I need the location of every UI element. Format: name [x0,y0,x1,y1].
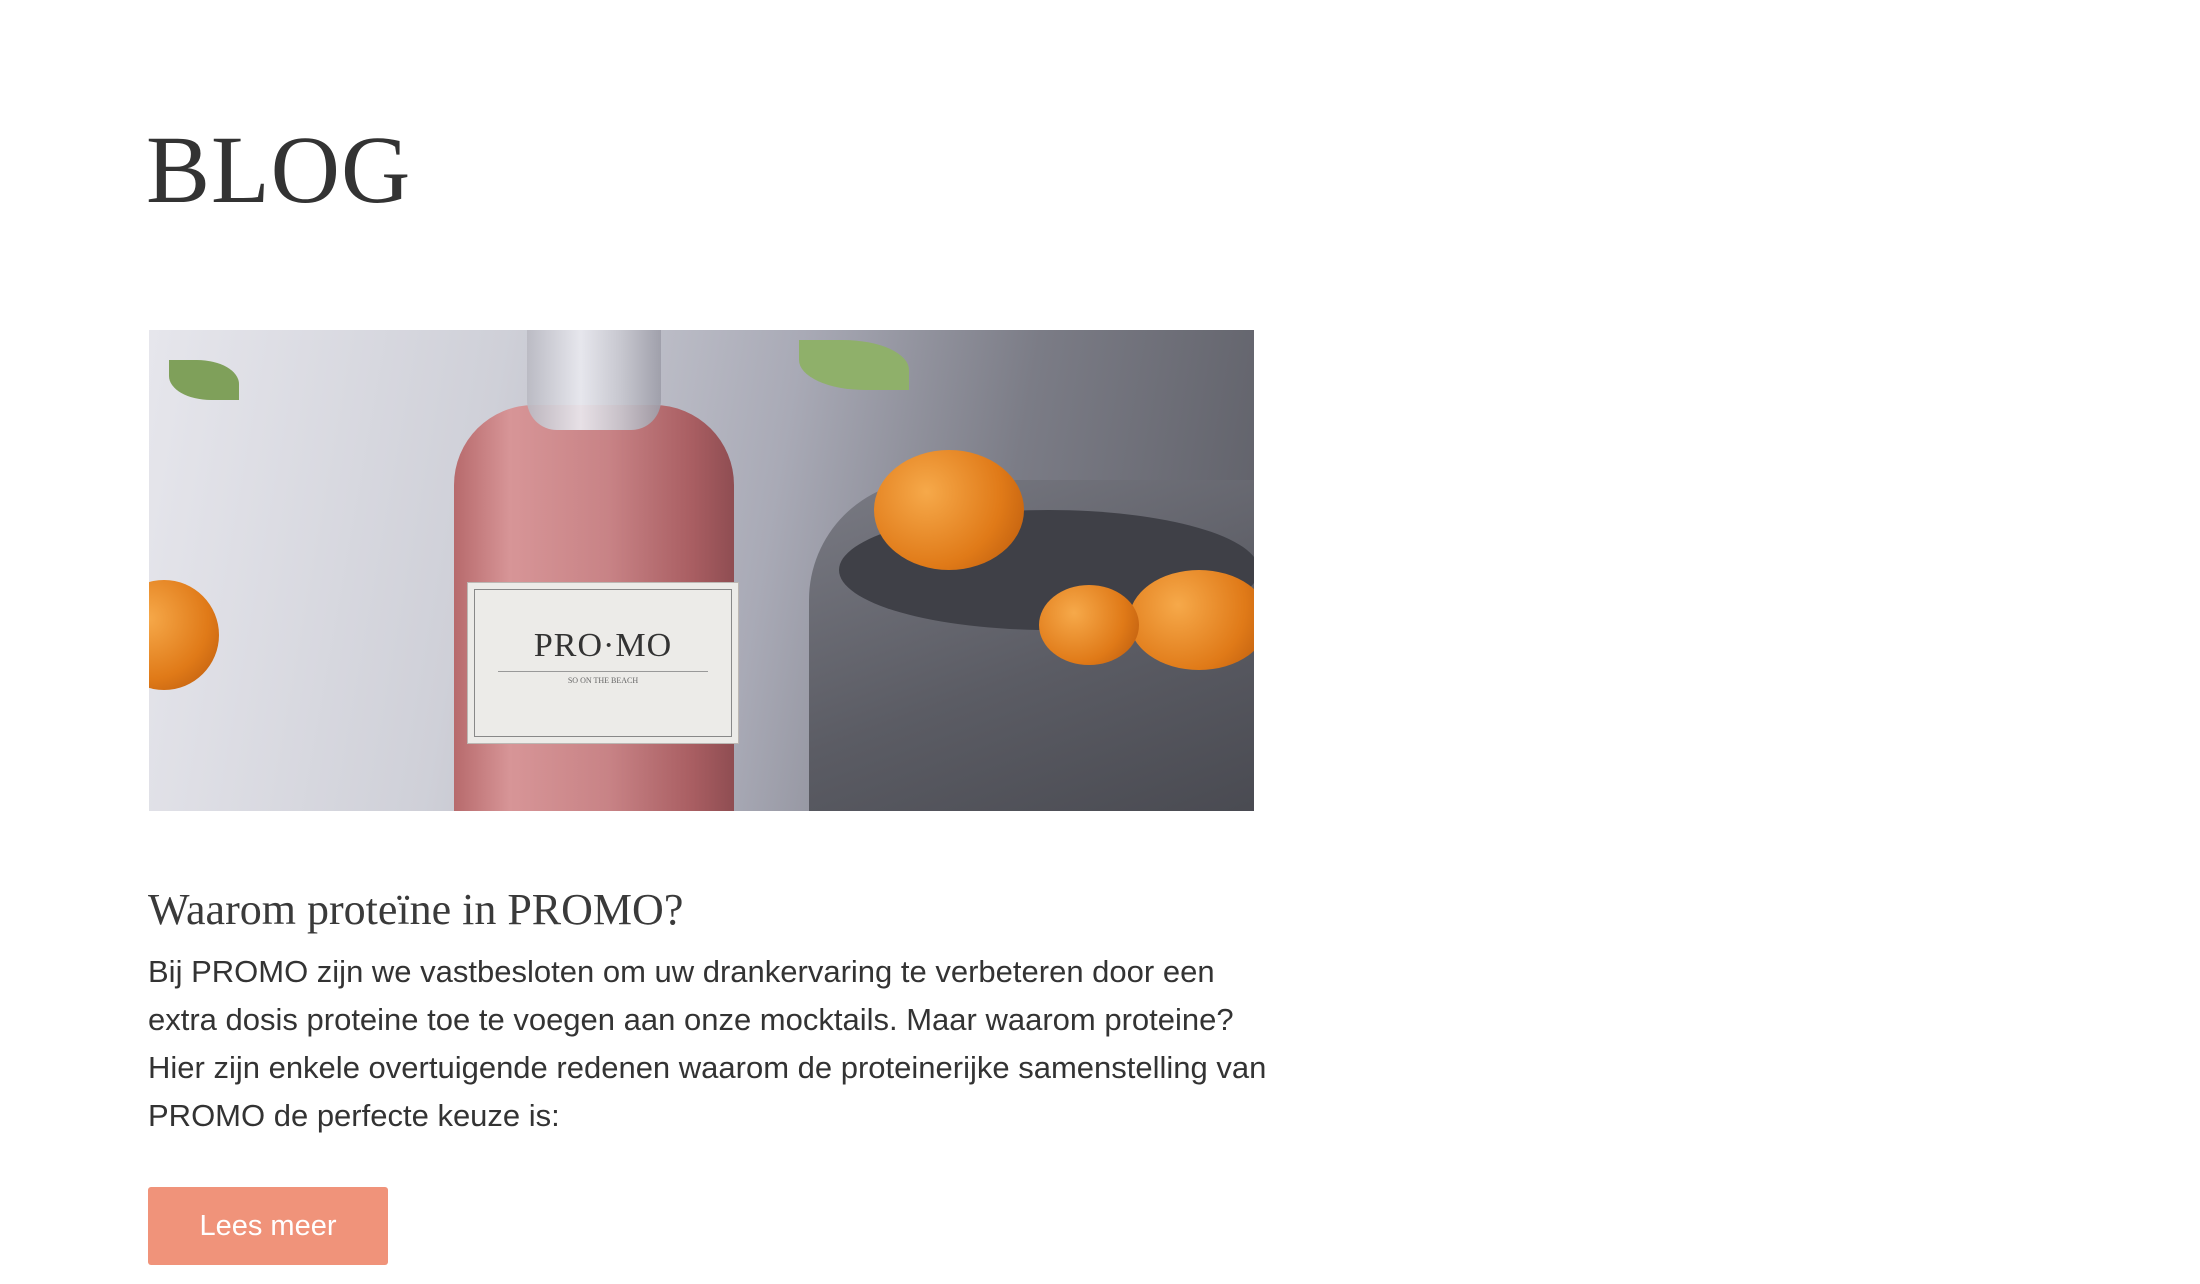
page-title: BLOG [146,116,412,223]
bottle-neck [527,330,661,430]
label-subtitle: SO ON THE BEACH [498,671,708,685]
promo-logo: PRO·MO [533,627,673,664]
post-heading[interactable]: Waarom proteïne in PROMO? [148,884,683,935]
leaf-decoration [799,340,909,390]
orange-decoration [1039,585,1139,665]
orange-decoration [874,450,1024,570]
blog-post-image[interactable]: PRO·MO SO ON THE BEACH [149,330,1254,811]
bottle-label: PRO·MO SO ON THE BEACH [467,582,739,744]
read-more-button[interactable]: Lees meer [148,1187,388,1265]
orange-decoration [149,580,219,690]
post-excerpt: Bij PROMO zijn we vastbesloten om uw dra… [148,954,1267,1133]
leaf-decoration [169,360,239,400]
